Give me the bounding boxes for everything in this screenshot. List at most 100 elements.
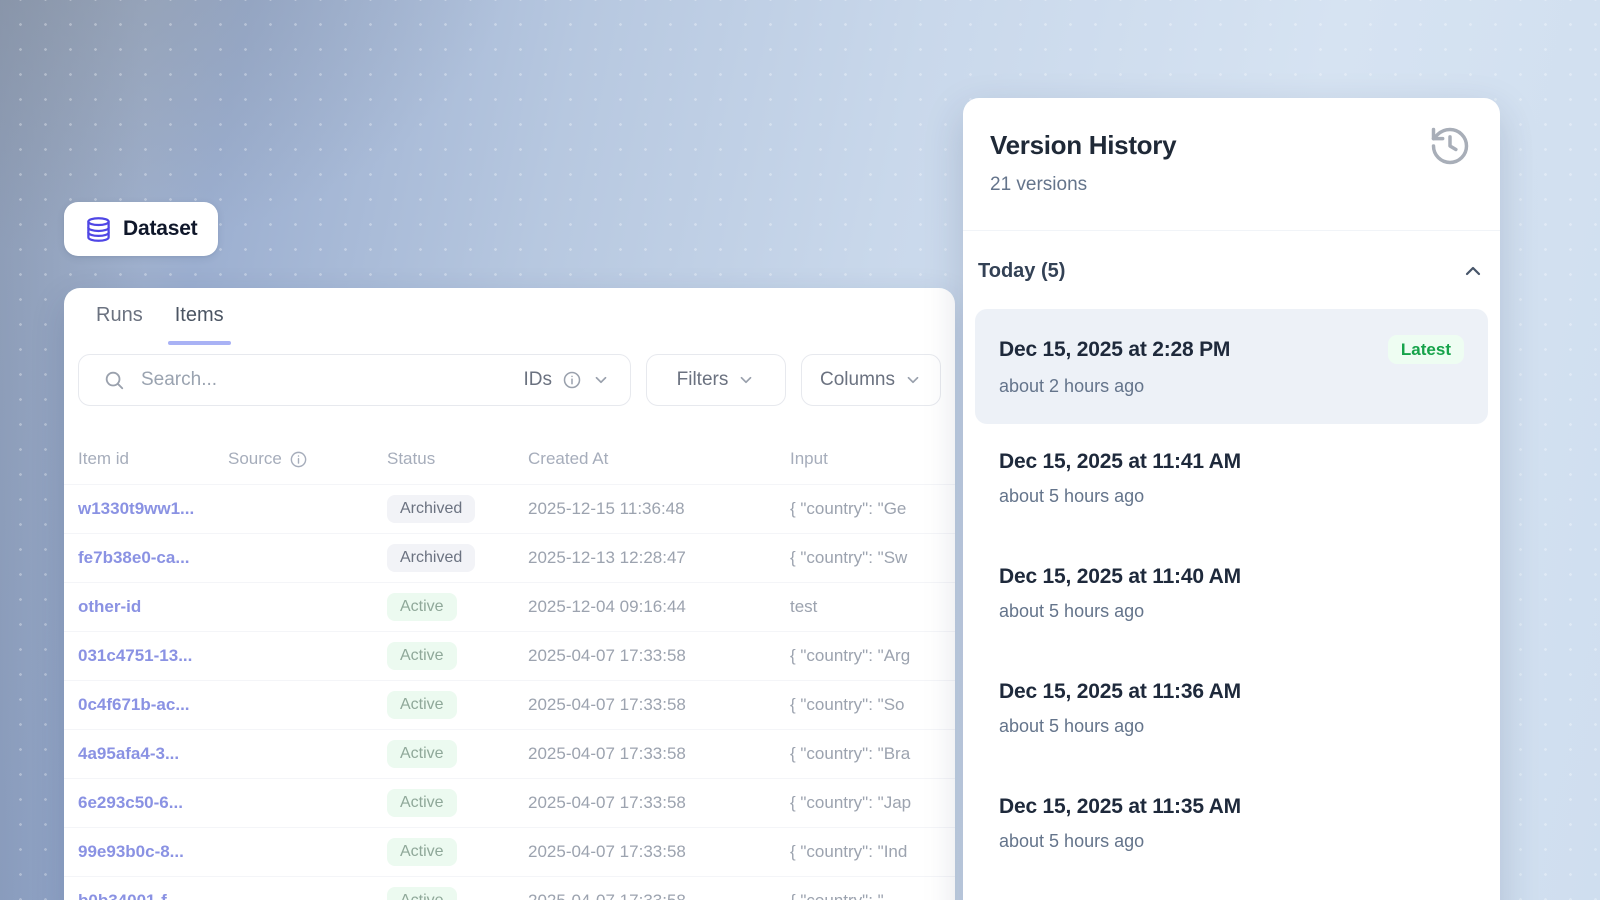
database-icon <box>85 216 112 243</box>
chevron-down-icon <box>592 371 610 389</box>
item-id-link[interactable]: b0b34001-f... <box>78 891 228 900</box>
input-cell: { "country": "Bra <box>790 744 955 764</box>
input-cell: { "country": " <box>790 891 955 900</box>
tab-items[interactable]: Items <box>173 300 226 345</box>
created-at-cell: 2025-12-04 09:16:44 <box>528 597 790 617</box>
status-badge: Archived <box>387 495 475 523</box>
version-count: 21 versions <box>990 174 1472 196</box>
created-at-cell: 2025-12-15 11:36:48 <box>528 499 790 519</box>
input-cell: test <box>790 597 955 617</box>
table-row[interactable]: 99e93b0c-8... Active 2025-04-07 17:33:58… <box>64 827 955 876</box>
created-at-cell: 2025-04-07 17:33:58 <box>528 891 790 900</box>
filters-label: Filters <box>677 369 729 391</box>
item-id-link[interactable]: 6e293c50-6... <box>78 793 228 813</box>
version-entry[interactable]: Dec 15, 2025 at 11:36 AM about 5 hours a… <box>975 654 1488 769</box>
status-badge: Active <box>387 642 457 670</box>
version-ago: about 5 hours ago <box>999 486 1464 507</box>
ids-label: IDs <box>524 369 553 391</box>
chevron-up-icon[interactable] <box>1461 259 1485 283</box>
col-input: Input <box>790 449 955 469</box>
table-row[interactable]: other-id Active 2025-12-04 09:16:44 test <box>64 582 955 631</box>
table-row[interactable]: fe7b38e0-ca... Archived 2025-12-13 12:28… <box>64 533 955 582</box>
created-at-cell: 2025-04-07 17:33:58 <box>528 793 790 813</box>
item-id-link[interactable]: 031c4751-13... <box>78 646 228 666</box>
version-group-label: Today (5) <box>978 260 1065 283</box>
input-cell: { "country": "Jap <box>790 793 955 813</box>
created-at-cell: 2025-12-13 12:28:47 <box>528 548 790 568</box>
chevron-down-icon <box>904 371 922 389</box>
version-date: Dec 15, 2025 at 11:40 AM <box>999 565 1241 589</box>
dataset-badge-label: Dataset <box>123 217 197 241</box>
info-icon <box>562 370 582 390</box>
table-row[interactable]: b0b34001-f... Active 2025-04-07 17:33:58… <box>64 876 955 900</box>
version-entry[interactable]: Dec 15, 2025 at 11:41 AM about 5 hours a… <box>975 424 1488 539</box>
input-cell: { "country": "Sw <box>790 548 955 568</box>
version-date: Dec 15, 2025 at 11:41 AM <box>999 450 1241 474</box>
status-badge: Active <box>387 691 457 719</box>
toolbar: IDs Filters <box>64 345 955 406</box>
version-date: Dec 15, 2025 at 11:36 AM <box>999 680 1241 704</box>
chevron-down-icon <box>737 371 755 389</box>
input-cell: { "country": "Arg <box>790 646 955 666</box>
status-badge: Active <box>387 740 457 768</box>
version-history-panel: Version History 21 versions Today (5) <box>963 98 1500 900</box>
version-group-today[interactable]: Today (5) <box>978 259 1485 283</box>
version-ago: about 2 hours ago <box>999 376 1464 397</box>
version-ago: about 5 hours ago <box>999 716 1464 737</box>
item-id-link[interactable]: 99e93b0c-8... <box>78 842 228 862</box>
item-id-link[interactable]: 0c4f671b-ac... <box>78 695 228 715</box>
columns-label: Columns <box>820 369 895 391</box>
filters-button[interactable]: Filters <box>646 354 786 406</box>
search-box[interactable]: IDs <box>78 354 631 406</box>
status-badge: Active <box>387 789 457 817</box>
item-id-link[interactable]: fe7b38e0-ca... <box>78 548 228 568</box>
created-at-cell: 2025-04-07 17:33:58 <box>528 646 790 666</box>
dataset-badge: Dataset <box>64 202 218 256</box>
item-id-link[interactable]: w1330t9ww1... <box>78 499 228 519</box>
search-input[interactable] <box>141 369 524 391</box>
table-row[interactable]: 4a95afa4-3... Active 2025-04-07 17:33:58… <box>64 729 955 778</box>
table-body: w1330t9ww1... Archived 2025-12-15 11:36:… <box>64 484 955 900</box>
table-row[interactable]: 0c4f671b-ac... Active 2025-04-07 17:33:5… <box>64 680 955 729</box>
dataset-items-panel: Runs Items IDs <box>64 288 955 900</box>
table-header-row: Item id Source Status Created At Input <box>64 434 955 484</box>
table-row[interactable]: w1330t9ww1... Archived 2025-12-15 11:36:… <box>64 484 955 533</box>
version-history-title: Version History <box>990 130 1472 161</box>
history-icon <box>1428 124 1472 168</box>
tab-bar: Runs Items <box>94 300 955 345</box>
table-row[interactable]: 6e293c50-6... Active 2025-04-07 17:33:58… <box>64 778 955 827</box>
created-at-cell: 2025-04-07 17:33:58 <box>528 842 790 862</box>
status-badge: Archived <box>387 544 475 572</box>
col-source-label: Source <box>228 449 282 469</box>
version-entry[interactable]: Dec 15, 2025 at 11:40 AM about 5 hours a… <box>975 539 1488 654</box>
item-id-link[interactable]: 4a95afa4-3... <box>78 744 228 764</box>
version-date: Dec 15, 2025 at 2:28 PM <box>999 338 1230 362</box>
version-history-header: Version History 21 versions <box>963 98 1500 231</box>
col-status: Status <box>387 449 528 469</box>
input-cell: { "country": "So <box>790 695 955 715</box>
columns-button[interactable]: Columns <box>801 354 941 406</box>
col-source: Source <box>228 449 387 469</box>
items-table: Item id Source Status Created At Input w… <box>64 434 955 900</box>
status-badge: Active <box>387 887 457 900</box>
status-badge: Active <box>387 838 457 866</box>
app-background: Dataset Runs Items IDs <box>0 0 1600 900</box>
version-entry[interactable]: Dec 15, 2025 at 11:35 AM about 5 hours a… <box>975 769 1488 884</box>
status-badge: Active <box>387 593 457 621</box>
col-created-at: Created At <box>528 449 790 469</box>
tab-runs[interactable]: Runs <box>94 300 145 345</box>
search-icon <box>103 369 125 391</box>
version-date: Dec 15, 2025 at 11:35 AM <box>999 795 1241 819</box>
created-at-cell: 2025-04-07 17:33:58 <box>528 744 790 764</box>
table-row[interactable]: 031c4751-13... Active 2025-04-07 17:33:5… <box>64 631 955 680</box>
version-ago: about 5 hours ago <box>999 831 1464 852</box>
col-item-id: Item id <box>78 449 228 469</box>
input-cell: { "country": "Ind <box>790 842 955 862</box>
version-ago: about 5 hours ago <box>999 601 1464 622</box>
version-list: Dec 15, 2025 at 2:28 PM Latest about 2 h… <box>963 309 1500 884</box>
info-icon <box>289 450 308 469</box>
created-at-cell: 2025-04-07 17:33:58 <box>528 695 790 715</box>
ids-dropdown-trigger[interactable]: IDs <box>524 369 611 391</box>
version-entry[interactable]: Dec 15, 2025 at 2:28 PM Latest about 2 h… <box>975 309 1488 424</box>
item-id-link[interactable]: other-id <box>78 597 228 617</box>
